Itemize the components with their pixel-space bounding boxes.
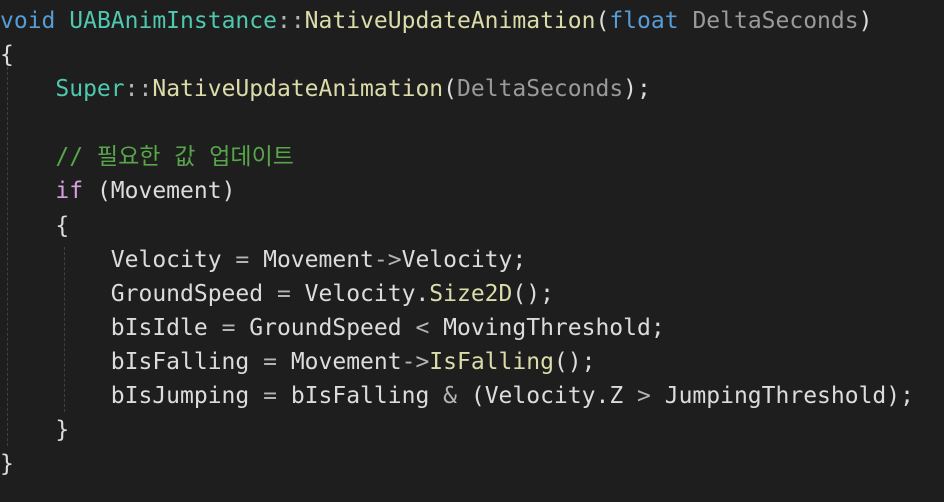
- code-line-1[interactable]: void UABAnimInstance::NativeUpdateAnimat…: [0, 4, 872, 38]
- code-token: >: [637, 383, 651, 409]
- code-line-2[interactable]: {: [0, 38, 14, 72]
- code-line-6[interactable]: if (Movement): [0, 174, 235, 208]
- code-line-5[interactable]: // 필요한 값 업데이트: [0, 140, 294, 174]
- code-token: ->: [401, 349, 430, 375]
- code-token: DeltaSeconds: [692, 8, 859, 34]
- code-token: <: [415, 315, 430, 341]
- code-token: ::: [124, 76, 153, 102]
- code-token: (: [595, 8, 610, 34]
- code-token: if: [55, 178, 84, 204]
- code-line-3[interactable]: Super::NativeUpdateAnimation(DeltaSecond…: [0, 72, 651, 106]
- code-token: ->: [373, 247, 402, 273]
- code-token: =: [235, 247, 250, 273]
- code-token: Velocity: [0, 247, 236, 273]
- code-line-7[interactable]: {: [0, 209, 69, 243]
- code-token: (Movement): [83, 178, 236, 204]
- code-line-14[interactable]: }: [0, 447, 14, 481]
- code-token: bIsJumping: [0, 383, 264, 409]
- code-line-10[interactable]: bIsIdle = GroundSpeed < MovingThreshold;: [0, 311, 665, 345]
- code-token: Super: [55, 76, 125, 102]
- code-token: MovingThreshold;: [429, 315, 665, 341]
- code-line-11[interactable]: bIsFalling = Movement->IsFalling();: [0, 345, 596, 379]
- code-token: float: [609, 8, 679, 34]
- code-token: ();: [553, 349, 596, 375]
- code-token: =: [263, 349, 277, 375]
- code-line-13[interactable]: }: [0, 413, 69, 447]
- code-token: IsFalling: [429, 349, 554, 375]
- code-token: (Velocity.Z: [457, 383, 638, 409]
- code-token: =: [221, 315, 236, 341]
- code-line-12[interactable]: bIsJumping = bIsFalling & (Velocity.Z > …: [0, 379, 914, 413]
- code-token: =: [276, 281, 291, 307]
- code-token: ): [858, 8, 873, 34]
- code-token: Movement: [249, 247, 374, 273]
- code-line-8[interactable]: Velocity = Movement->Velocity;: [0, 243, 526, 277]
- code-token: Movement: [276, 349, 402, 375]
- code-token: bIsIdle: [0, 315, 222, 341]
- code-token: NativeUpdateAnimation: [304, 8, 596, 34]
- code-editor[interactable]: void UABAnimInstance::NativeUpdateAnimat…: [0, 0, 944, 502]
- code-token: Size2D: [429, 281, 513, 307]
- code-token: bIsFalling: [0, 349, 264, 375]
- code-token: Velocity;: [401, 247, 527, 273]
- code-token: }: [0, 417, 70, 443]
- code-token: DeltaSeconds: [457, 76, 624, 102]
- code-token: );: [623, 76, 651, 102]
- code-token: GroundSpeed: [0, 281, 277, 307]
- code-token: bIsFalling: [276, 383, 444, 409]
- code-token: // 필요한 값 업데이트: [55, 144, 294, 170]
- code-token: {: [0, 42, 14, 68]
- code-token: UABAnimInstance: [69, 8, 277, 34]
- code-token: {: [0, 213, 70, 239]
- code-token: void: [0, 8, 56, 34]
- code-line-9[interactable]: GroundSpeed = Velocity.Size2D();: [0, 277, 554, 311]
- code-token: (: [443, 76, 457, 102]
- code-token: NativeUpdateAnimation: [152, 76, 444, 102]
- code-token: &: [443, 383, 457, 409]
- code-token: }: [0, 451, 14, 477]
- code-token: Velocity.: [290, 281, 430, 307]
- code-token: ();: [512, 281, 554, 307]
- code-token: =: [263, 383, 277, 409]
- code-token: JumpingThreshold);: [650, 383, 914, 409]
- code-token: ::: [276, 8, 305, 34]
- code-token: GroundSpeed: [235, 315, 416, 341]
